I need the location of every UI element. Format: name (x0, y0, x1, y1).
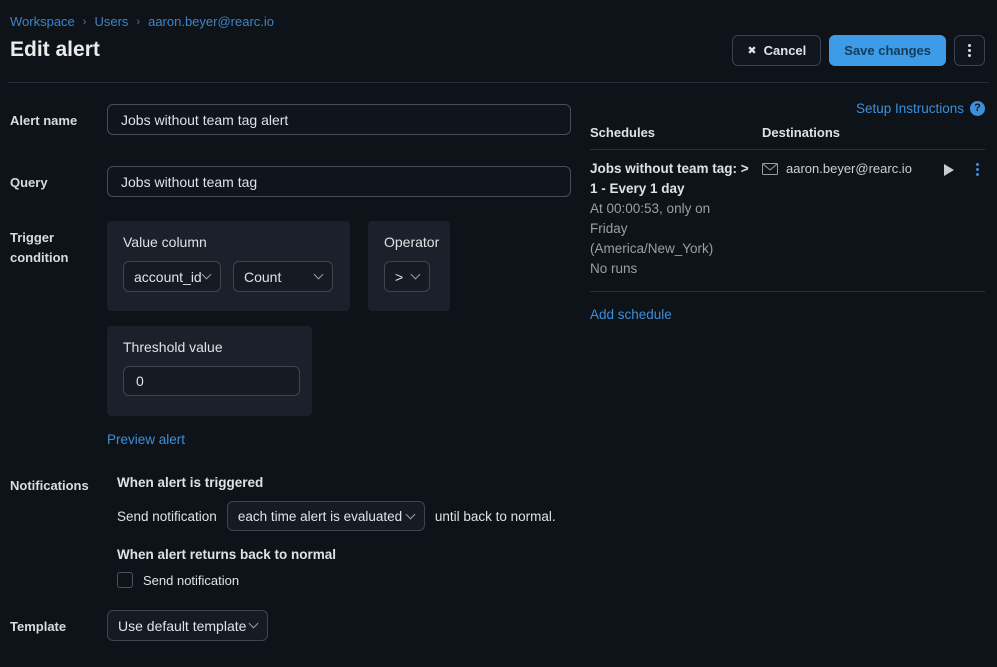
destinations-column-header: Destinations (762, 125, 840, 140)
value-column-select[interactable]: account_id (123, 261, 221, 292)
breadcrumb-separator-icon: › (83, 16, 87, 28)
breadcrumb-workspace[interactable]: Workspace (10, 14, 75, 29)
notifications-label: Notifications (10, 475, 107, 588)
value-column-label: Value column (123, 234, 334, 250)
cancel-button[interactable]: ✖ Cancel (732, 35, 821, 66)
aggregation-select[interactable]: Count (233, 261, 333, 292)
schedule-row: Jobs without team tag: > 1 - Every 1 day… (590, 150, 985, 292)
template-selected: Use default template (118, 618, 246, 634)
save-changes-button[interactable]: Save changes (829, 35, 946, 66)
trigger-condition-label: Trigger condition (10, 221, 107, 447)
schedules-panel: Setup Instructions ? Schedules Destinati… (590, 100, 985, 322)
send-notification-checkbox[interactable] (117, 572, 133, 588)
more-options-button[interactable] (954, 35, 985, 66)
query-label: Query (10, 166, 107, 197)
destination-email: aaron.beyer@rearc.io (762, 161, 912, 176)
query-row: Query (10, 166, 572, 197)
schedule-timezone: (America/New_York) (590, 239, 762, 259)
alert-name-label: Alert name (10, 104, 107, 135)
send-notification-checkbox-label: Send notification (143, 573, 239, 588)
header-divider (8, 82, 989, 83)
operator-select[interactable]: > (384, 261, 430, 292)
notification-frequency-selected: each time alert is evaluated (238, 509, 402, 524)
triggered-heading: When alert is triggered (117, 475, 572, 491)
breadcrumb-user-email[interactable]: aaron.beyer@rearc.io (148, 14, 274, 29)
email-icon (762, 163, 778, 175)
breadcrumb: Workspace › Users › aaron.beyer@rearc.io (10, 14, 274, 29)
chevron-down-icon (411, 270, 421, 280)
add-schedule-link[interactable]: Add schedule (590, 307, 672, 322)
preview-alert-link[interactable]: Preview alert (107, 432, 185, 447)
alert-name-row: Alert name (10, 104, 572, 135)
notifications-row: Notifications When alert is triggered Se… (10, 475, 572, 588)
threshold-card: Threshold value (107, 326, 312, 416)
notification-frequency-select[interactable]: each time alert is evaluated (227, 501, 425, 531)
alert-form: Alert name Query Trigger condition Value… (10, 104, 572, 641)
value-column-card: Value column account_id Count (107, 221, 350, 311)
run-schedule-play-icon[interactable] (944, 164, 954, 176)
send-notification-suffix: until back to normal. (435, 509, 556, 524)
chevron-down-icon (314, 270, 324, 280)
schedules-table: Schedules Destinations Jobs without team… (590, 125, 985, 292)
operator-card: Operator > (368, 221, 450, 311)
back-to-normal-heading: When alert returns back to normal (117, 547, 572, 563)
operator-label: Operator (384, 234, 434, 250)
trigger-condition-row: Trigger condition Value column account_i… (10, 221, 572, 447)
chevron-down-icon (405, 509, 415, 519)
cancel-x-icon: ✖ (747, 44, 756, 57)
kebab-menu-icon (968, 44, 971, 57)
cancel-button-label: Cancel (764, 43, 807, 58)
value-column-selected: account_id (134, 269, 202, 285)
header-actions: ✖ Cancel Save changes (732, 35, 985, 66)
template-label: Template (10, 610, 107, 641)
schedule-options-kebab-icon[interactable] (976, 163, 979, 176)
help-icon[interactable]: ? (970, 101, 985, 116)
edit-alert-page: Workspace › Users › aaron.beyer@rearc.io… (0, 0, 997, 667)
chevron-down-icon (202, 270, 212, 280)
template-row: Template Use default template (10, 610, 572, 641)
threshold-label: Threshold value (123, 339, 296, 355)
setup-instructions-link[interactable]: Setup Instructions (856, 101, 964, 116)
schedule-title: Jobs without team tag: > 1 - Every 1 day (590, 159, 762, 199)
query-input[interactable] (107, 166, 571, 197)
alert-name-input[interactable] (107, 104, 571, 135)
chevron-down-icon (249, 619, 259, 629)
breadcrumb-separator-icon: › (136, 16, 140, 28)
schedule-time: At 00:00:53, only on Friday (590, 199, 762, 239)
page-title: Edit alert (10, 38, 100, 62)
schedule-runs: No runs (590, 259, 762, 279)
template-select[interactable]: Use default template (107, 610, 268, 641)
schedules-column-header: Schedules (590, 125, 762, 140)
aggregation-selected: Count (244, 269, 281, 285)
breadcrumb-users[interactable]: Users (94, 14, 128, 29)
operator-selected: > (395, 269, 403, 285)
threshold-input[interactable] (123, 366, 300, 396)
send-notification-prefix: Send notification (117, 509, 217, 524)
